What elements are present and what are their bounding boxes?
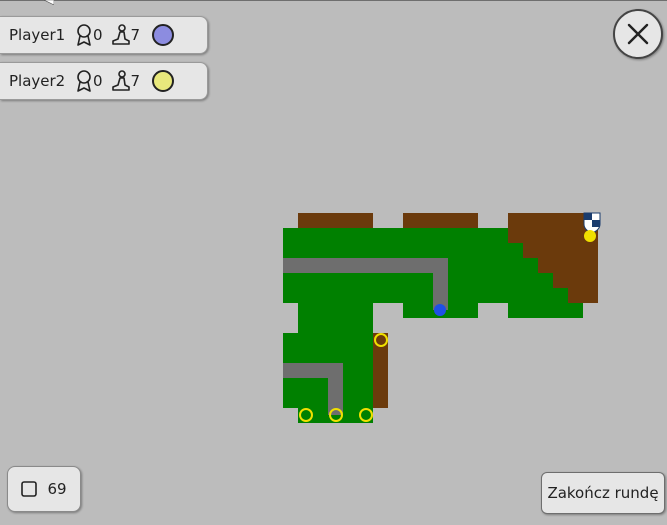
city-segment	[298, 213, 373, 228]
meeple-blue[interactable]	[434, 304, 446, 316]
meeple-yellow[interactable]	[584, 230, 596, 242]
tiles-remaining-panel: 69	[7, 466, 81, 512]
shield-icon	[583, 212, 601, 234]
end-turn-button[interactable]: Zakończ rundę	[541, 472, 665, 514]
tile-square-icon	[21, 481, 38, 497]
city-segment	[403, 213, 478, 228]
tiles-remaining-count: 69	[47, 480, 67, 498]
game-board[interactable]	[0, 0, 667, 525]
